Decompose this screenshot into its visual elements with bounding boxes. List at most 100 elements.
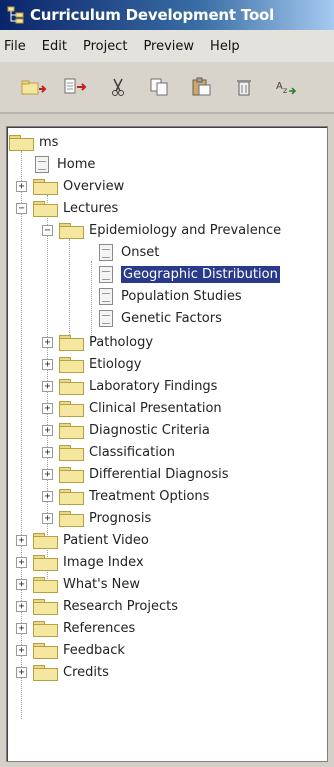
page-icon — [99, 243, 113, 261]
tree-item-label: Diagnostic Criteria — [89, 422, 210, 438]
collapse-icon[interactable]: − — [16, 202, 27, 214]
tree-item-genetic-factors[interactable]: Genetic Factors — [99, 307, 222, 329]
tree-item-onset[interactable]: Onset — [99, 241, 159, 263]
tree-item-overview[interactable]: + Overview — [16, 175, 124, 197]
expand-icon[interactable]: + — [16, 666, 27, 678]
expand-icon[interactable]: + — [16, 644, 27, 656]
tree-item-epidemiology[interactable]: − Epidemiology and Prevalence — [42, 219, 281, 241]
project-tree[interactable]: ms Home + Overview − Lectures − Epidemio… — [6, 126, 328, 762]
tree-item-references[interactable]: + References — [16, 617, 135, 639]
expand-icon[interactable]: + — [42, 446, 53, 458]
tree-item-clinical-presentation[interactable]: + Clinical Presentation — [42, 397, 222, 419]
tree-item-label: Classification — [89, 444, 176, 460]
expand-icon[interactable]: + — [42, 358, 53, 370]
expand-icon[interactable]: + — [16, 556, 27, 568]
folder-icon — [33, 621, 58, 637]
folder-icon — [59, 335, 84, 351]
application-window: Curriculum Development Tool File Edit Pr… — [0, 0, 334, 767]
tree-item-label: Onset — [121, 244, 160, 260]
tree-item-differential-diagnosis[interactable]: + Differential Diagnosis — [42, 463, 228, 485]
cut-icon[interactable] — [104, 73, 132, 101]
tree-item-label: Prognosis — [89, 510, 152, 526]
expand-icon[interactable]: + — [42, 468, 53, 480]
tree-item-population-studies[interactable]: Population Studies — [99, 285, 242, 307]
expand-icon[interactable]: + — [42, 490, 53, 502]
expand-icon[interactable]: + — [42, 512, 53, 524]
folder-icon — [33, 533, 58, 549]
tree-item-prognosis[interactable]: + Prognosis — [42, 507, 151, 529]
tree-item-label: ms — [39, 134, 59, 150]
folder-icon — [59, 423, 84, 439]
tree-item-label: Clinical Presentation — [89, 400, 222, 416]
folder-icon — [59, 445, 84, 461]
tree-item-label: Credits — [63, 664, 109, 680]
tree-item-feedback[interactable]: + Feedback — [16, 639, 125, 661]
folder-icon — [33, 555, 58, 571]
menu-project[interactable]: Project — [83, 39, 127, 54]
expand-icon[interactable]: + — [42, 336, 53, 348]
expand-icon[interactable]: + — [42, 380, 53, 392]
folder-icon — [59, 467, 84, 483]
delete-icon[interactable] — [230, 73, 258, 101]
toolbar: A z — [0, 62, 334, 114]
tree-item-diagnostic-criteria[interactable]: + Diagnostic Criteria — [42, 419, 210, 441]
tree-item-patient-video[interactable]: + Patient Video — [16, 529, 149, 551]
tree-item-label: Lectures — [63, 200, 119, 216]
tree-item-credits[interactable]: + Credits — [16, 661, 109, 683]
folder-icon — [33, 577, 58, 593]
page-icon — [99, 309, 113, 327]
tree-item-label: Pathology — [89, 334, 154, 350]
tree-item-etiology[interactable]: + Etiology — [42, 353, 141, 375]
tree-item-pathology[interactable]: + Pathology — [42, 331, 153, 353]
folder-icon — [33, 665, 58, 681]
menu-edit[interactable]: Edit — [42, 39, 67, 54]
tree-item-home[interactable]: Home — [35, 153, 95, 175]
tree-item-label: Overview — [63, 178, 125, 194]
expand-icon[interactable]: + — [42, 402, 53, 414]
tree-item-treatment-options[interactable]: + Treatment Options — [42, 485, 209, 507]
new-folder-icon[interactable] — [20, 73, 48, 101]
menu-preview[interactable]: Preview — [143, 39, 194, 54]
tree-item-label: Patient Video — [63, 532, 149, 548]
new-page-icon[interactable] — [62, 73, 90, 101]
window-title: Curriculum Development Tool — [30, 6, 275, 24]
tree-connector — [69, 239, 70, 341]
tree-item-geographic-distribution[interactable]: Geographic Distribution — [99, 263, 280, 285]
tree-item-label: Image Index — [63, 554, 144, 570]
tree-item-label: Laboratory Findings — [89, 378, 218, 394]
expand-icon[interactable]: + — [16, 578, 27, 590]
folder-icon — [59, 357, 84, 373]
folder-icon — [59, 489, 84, 505]
tree-item-image-index[interactable]: + Image Index — [16, 551, 144, 573]
folder-open-icon — [33, 201, 58, 217]
expand-icon[interactable]: + — [16, 600, 27, 612]
expand-icon[interactable]: + — [16, 622, 27, 634]
expand-icon[interactable]: + — [16, 534, 27, 546]
tree-item-laboratory-findings[interactable]: + Laboratory Findings — [42, 375, 217, 397]
folder-icon — [59, 379, 84, 395]
tree-item-label: References — [63, 620, 136, 636]
folder-icon — [59, 401, 84, 417]
collapse-icon[interactable]: − — [42, 224, 53, 236]
tree-item-classification[interactable]: + Classification — [42, 441, 175, 463]
rename-icon[interactable]: A z — [272, 73, 300, 101]
tree-item-research-projects[interactable]: + Research Projects — [16, 595, 178, 617]
menu-help[interactable]: Help — [210, 39, 240, 54]
copy-icon[interactable] — [146, 73, 174, 101]
expand-icon[interactable]: + — [16, 180, 27, 192]
svg-text:z: z — [283, 86, 287, 95]
menu-file[interactable]: File — [4, 39, 26, 54]
tree-item-label: Home — [57, 156, 96, 172]
tree-item-root[interactable]: ms — [9, 131, 58, 153]
paste-icon[interactable] — [188, 73, 216, 101]
title-bar[interactable]: Curriculum Development Tool — [0, 0, 334, 30]
tree-item-label: What's New — [63, 576, 140, 592]
tree-item-lectures[interactable]: − Lectures — [16, 197, 118, 219]
page-icon — [99, 265, 113, 283]
expand-icon[interactable]: + — [42, 424, 53, 436]
folder-icon — [59, 511, 84, 527]
tree-item-whats-new[interactable]: + What's New — [16, 573, 140, 595]
folder-open-icon — [9, 135, 34, 151]
app-tree-icon — [6, 5, 26, 25]
tree-item-label: Differential Diagnosis — [89, 466, 229, 482]
